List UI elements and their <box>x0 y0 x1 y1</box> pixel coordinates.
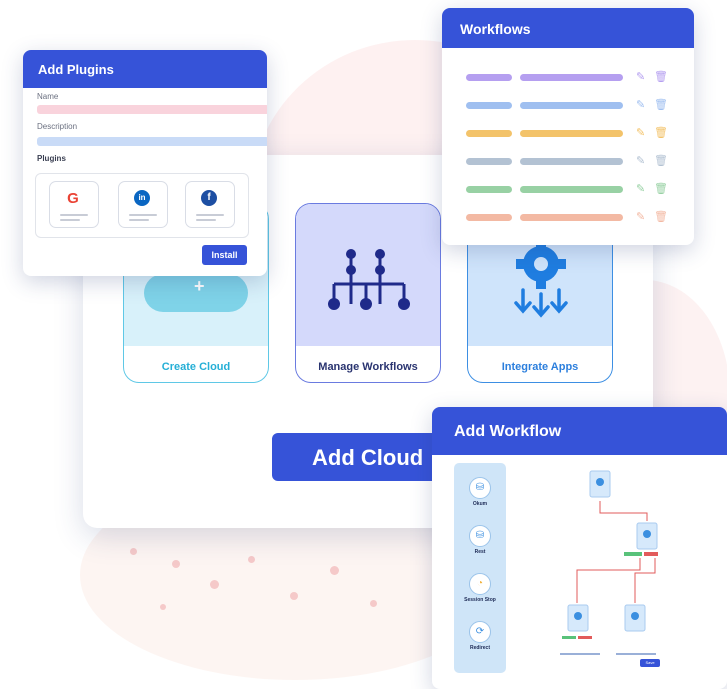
plugins-list: G in f <box>35 173 249 238</box>
trash-icon[interactable]: 🗑 <box>654 70 668 84</box>
workflow-row[interactable]: ✎ 🗑 <box>466 127 676 140</box>
pencil-icon[interactable]: ✎ <box>636 98 645 112</box>
workflow-tree-icon <box>328 249 410 310</box>
redirect-icon: ⟳ <box>469 621 491 643</box>
decor-dot <box>370 600 377 607</box>
plugins-label: Plugins <box>37 154 66 163</box>
tile-label: Create Cloud <box>161 361 231 373</box>
workflow-canvas[interactable] <box>512 463 722 683</box>
workflow-row[interactable]: ✎ 🗑 <box>466 71 676 84</box>
workflow-tag <box>466 130 512 137</box>
trash-icon[interactable]: 🗑 <box>654 182 668 196</box>
facebook-icon: f <box>201 190 217 206</box>
workflow-row[interactable]: ✎ 🗑 <box>466 211 676 224</box>
tile-illustration <box>296 204 440 346</box>
plugin-line <box>196 214 224 216</box>
manage-workflows-tile[interactable]: Manage Workflows <box>295 203 441 383</box>
workflow-name <box>520 214 623 221</box>
workflow-tag <box>466 186 512 193</box>
workflow-row[interactable]: ✎ 🗑 <box>466 99 676 112</box>
trash-icon[interactable]: 🗑 <box>654 154 668 168</box>
add-workflow-panel: Add Workflow ⛁ Okum ⛁ Rest ◔ Session Sto… <box>432 407 727 689</box>
workflow-name <box>520 158 623 165</box>
timer-icon: ◔ <box>469 573 491 595</box>
trash-icon[interactable]: 🗑 <box>654 126 668 140</box>
plugin-facebook[interactable]: f <box>185 181 235 228</box>
workflow-row[interactable]: ✎ 🗑 <box>466 183 676 196</box>
plugin-linkedin[interactable]: in <box>118 181 168 228</box>
linkedin-icon: in <box>134 190 150 206</box>
node-label: Rest <box>474 549 486 555</box>
palette-node[interactable]: ◔ Session Stop <box>454 573 506 603</box>
pencil-icon[interactable]: ✎ <box>636 182 645 196</box>
plugin-line <box>196 219 216 221</box>
description-label: Description <box>37 122 78 131</box>
pencil-icon[interactable]: ✎ <box>636 70 645 84</box>
decor-dot <box>172 560 180 568</box>
decor-dot <box>130 548 137 555</box>
workflow-name <box>520 74 623 81</box>
panel-title: Workflows <box>442 8 694 48</box>
node-palette: ⛁ Okum ⛁ Rest ◔ Session Stop ⟳ Redirect <box>454 463 506 673</box>
workflow-tag <box>466 74 512 81</box>
workflow-tag <box>466 102 512 109</box>
plus-icon: + <box>194 276 205 296</box>
plugin-line <box>129 219 149 221</box>
add-plugins-panel: Add Plugins Name Description Plugins G i… <box>23 50 267 276</box>
decor-dot <box>330 566 339 575</box>
name-field[interactable] <box>37 105 267 114</box>
name-label: Name <box>37 92 59 101</box>
pencil-icon[interactable]: ✎ <box>636 126 645 140</box>
node-label: Session Stop <box>464 597 496 603</box>
workflows-panel: Workflows ✎ 🗑 ✎ 🗑 ✎ 🗑 ✎ 🗑 ✎ 🗑 ✎ 🗑 <box>442 8 694 245</box>
pencil-icon[interactable]: ✎ <box>636 210 645 224</box>
trash-icon[interactable]: 🗑 <box>654 98 668 112</box>
description-field[interactable] <box>37 137 267 146</box>
decor-dot <box>160 604 166 610</box>
database-icon: ⛁ <box>469 477 491 499</box>
decor-dot <box>210 580 219 589</box>
plugin-line <box>60 214 88 216</box>
workflow-tag <box>466 158 512 165</box>
save-workflow-button[interactable]: Save <box>640 659 660 667</box>
workflow-tag <box>466 214 512 221</box>
workflow-name <box>520 130 623 137</box>
workflow-name <box>520 186 623 193</box>
plugin-line <box>129 214 157 216</box>
node-label: Okum <box>472 501 488 507</box>
panel-title: Add Workflow <box>432 407 727 455</box>
database-icon: ⛁ <box>469 525 491 547</box>
trash-icon[interactable]: 🗑 <box>654 210 668 224</box>
palette-node[interactable]: ⛁ Rest <box>454 525 506 555</box>
palette-node[interactable]: ⛁ Okum <box>454 477 506 507</box>
workflow-name <box>520 102 623 109</box>
google-icon: G <box>67 190 79 207</box>
panel-title: Add Plugins <box>23 50 267 88</box>
plugin-line <box>60 219 80 221</box>
tile-label: Manage Workflows <box>318 361 418 373</box>
pencil-icon[interactable]: ✎ <box>636 154 645 168</box>
tile-label: Integrate Apps <box>501 361 579 373</box>
install-button[interactable]: Install <box>202 245 247 265</box>
palette-node[interactable]: ⟳ Redirect <box>454 621 506 651</box>
node-label: Redirect <box>469 645 490 651</box>
plugin-google[interactable]: G <box>49 181 99 228</box>
decor-dot <box>248 556 255 563</box>
workflow-row[interactable]: ✎ 🗑 <box>466 155 676 168</box>
decor-dot <box>290 592 298 600</box>
